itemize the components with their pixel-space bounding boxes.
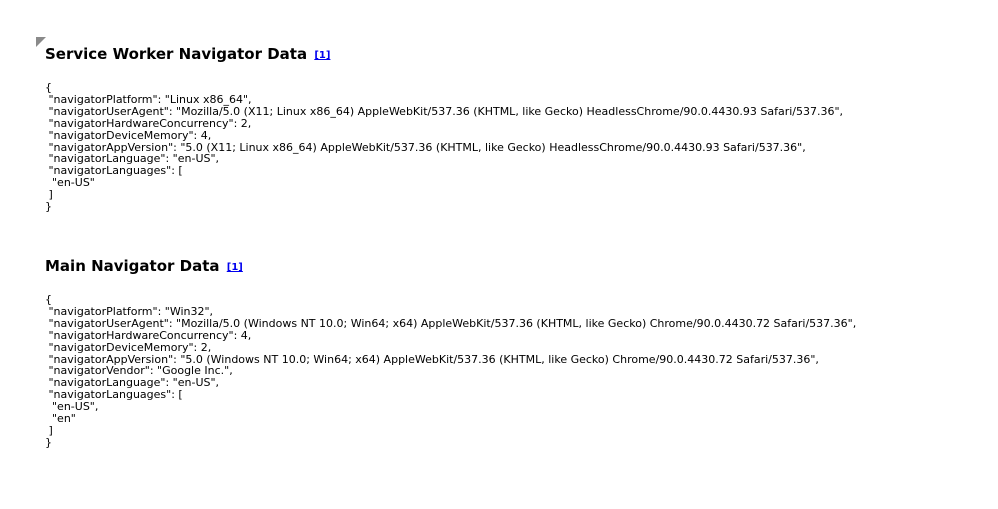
service-worker-section: Service Worker Navigator Data [1] { "nav… bbox=[45, 44, 843, 213]
main-navigator-json: { "navigatorPlatform": "Win32", "navigat… bbox=[45, 293, 857, 449]
service-worker-ref-link[interactable]: [1] bbox=[314, 50, 330, 61]
main-navigator-ref-link[interactable]: [1] bbox=[227, 262, 243, 273]
main-navigator-title: Main Navigator Data bbox=[45, 257, 220, 275]
main-navigator-section: Main Navigator Data [1] { "navigatorPlat… bbox=[45, 256, 856, 449]
service-worker-json: { "navigatorPlatform": "Linux x86_64", "… bbox=[45, 81, 844, 214]
page: Service Worker Navigator Data [1] { "nav… bbox=[0, 0, 998, 509]
service-worker-heading: Service Worker Navigator Data [1] bbox=[45, 44, 843, 66]
service-worker-title: Service Worker Navigator Data bbox=[45, 45, 308, 63]
main-navigator-heading: Main Navigator Data [1] bbox=[45, 256, 856, 278]
